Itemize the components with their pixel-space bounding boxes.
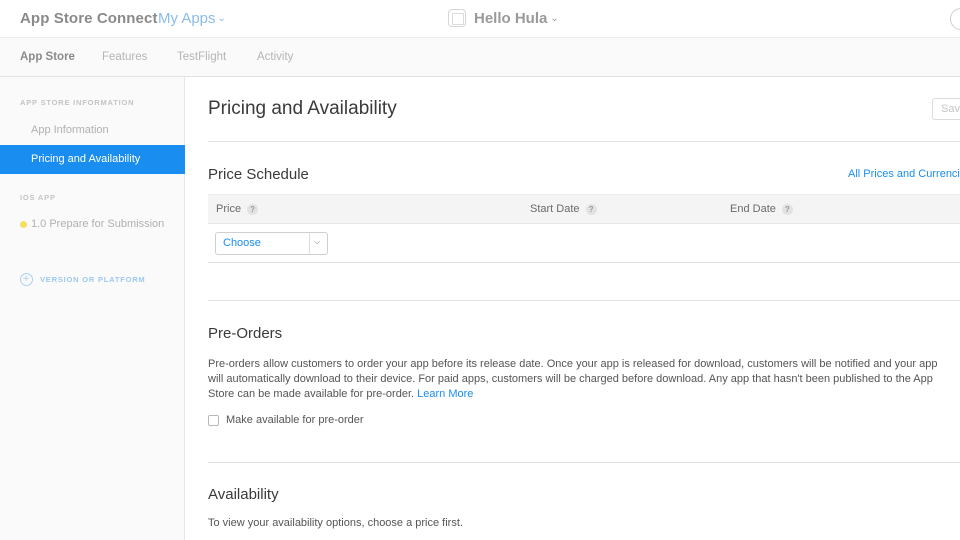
- column-header-start-date-label: Start Date: [530, 203, 580, 215]
- pre-orders-description-line: Pre-orders allow customers to order your…: [208, 358, 938, 370]
- pre-orders-description: Pre-orders allow customers to order your…: [208, 357, 960, 402]
- tab-testflight[interactable]: TestFlight: [177, 51, 226, 63]
- sidebar-item-version-label: 1.0 Prepare for Submission: [31, 218, 165, 230]
- help-icon[interactable]: ?: [247, 203, 259, 215]
- divider: [208, 141, 960, 142]
- divider: [208, 462, 960, 463]
- learn-more-link[interactable]: Learn More: [417, 388, 473, 400]
- select-divider: [309, 233, 310, 254]
- page-title: Pricing and Availability: [208, 98, 397, 119]
- column-header-end-date-label: End Date: [730, 203, 776, 215]
- sidebar: APP STORE INFORMATION App Information Pr…: [0, 77, 185, 540]
- column-header-price-label: Price: [216, 203, 242, 215]
- help-icon[interactable]: ?: [585, 203, 597, 215]
- price-select[interactable]: Choose ⌵: [215, 232, 328, 255]
- tab-bar: App Store Features TestFlight Activity: [0, 38, 960, 77]
- plus-circle-icon: +: [20, 273, 33, 286]
- top-bar: App Store Connect My Apps ⌄ Hello Hula ⌄: [0, 0, 960, 38]
- app-name: Hello Hula: [474, 9, 548, 27]
- sidebar-item-version[interactable]: 1.0 Prepare for Submission: [0, 210, 185, 239]
- sidebar-item-app-information[interactable]: App Information: [0, 116, 185, 145]
- brand-title[interactable]: App Store Connect: [20, 10, 158, 27]
- save-button[interactable]: Save: [932, 98, 960, 120]
- app-switcher[interactable]: Hello Hula ⌄: [448, 9, 559, 27]
- chevron-down-icon: ⌄: [217, 13, 226, 24]
- main-content: Pricing and Availability Save Price Sche…: [186, 77, 960, 540]
- pre-orders-description-line: Store can be made available for pre-orde…: [208, 387, 960, 402]
- my-apps-label: My Apps: [158, 10, 216, 27]
- column-header-start-date: Start Date ?: [530, 203, 597, 215]
- availability-title: Availability: [208, 486, 279, 503]
- sidebar-section-ios-app: IOS APP: [20, 193, 56, 202]
- pre-order-checkbox[interactable]: [208, 414, 219, 426]
- chevron-down-icon: ⌵: [314, 237, 321, 246]
- divider: [208, 262, 960, 263]
- my-apps-menu[interactable]: My Apps ⌄: [158, 10, 226, 27]
- chevron-down-icon: ⌄: [550, 12, 559, 24]
- pre-orders-description-text: Store can be made available for pre-orde…: [208, 388, 415, 400]
- price-schedule-title: Price Schedule: [208, 166, 309, 183]
- add-version-or-platform-button[interactable]: + VERSION OR PLATFORM: [20, 273, 145, 286]
- divider: [208, 300, 960, 301]
- account-icon[interactable]: [950, 8, 960, 30]
- pre-order-checkbox-row[interactable]: Make available for pre-order: [208, 414, 364, 426]
- pre-order-checkbox-label: Make available for pre-order: [226, 414, 364, 426]
- status-dot-icon: [20, 221, 27, 228]
- tab-activity[interactable]: Activity: [257, 51, 293, 63]
- all-prices-and-currencies-link[interactable]: All Prices and Currencies: [848, 168, 960, 180]
- price-schedule-table-header: Price ? Start Date ? End Date ?: [208, 194, 960, 224]
- tab-features[interactable]: Features: [102, 51, 147, 63]
- column-header-price: Price ?: [216, 203, 259, 215]
- column-header-end-date: End Date ?: [730, 203, 793, 215]
- help-icon[interactable]: ?: [781, 203, 793, 215]
- pre-orders-description-line: will automatically download to their dev…: [208, 373, 933, 385]
- price-select-value: Choose: [223, 237, 261, 249]
- tab-app-store[interactable]: App Store: [20, 51, 75, 63]
- sidebar-item-pricing-and-availability[interactable]: Pricing and Availability: [0, 145, 185, 174]
- add-version-or-platform-label: VERSION OR PLATFORM: [40, 275, 146, 284]
- sidebar-section-app-store-information: APP STORE INFORMATION: [20, 98, 135, 107]
- app-icon: [448, 9, 466, 27]
- pre-orders-title: Pre-Orders: [208, 325, 283, 342]
- availability-text: To view your availability options, choos…: [208, 517, 463, 529]
